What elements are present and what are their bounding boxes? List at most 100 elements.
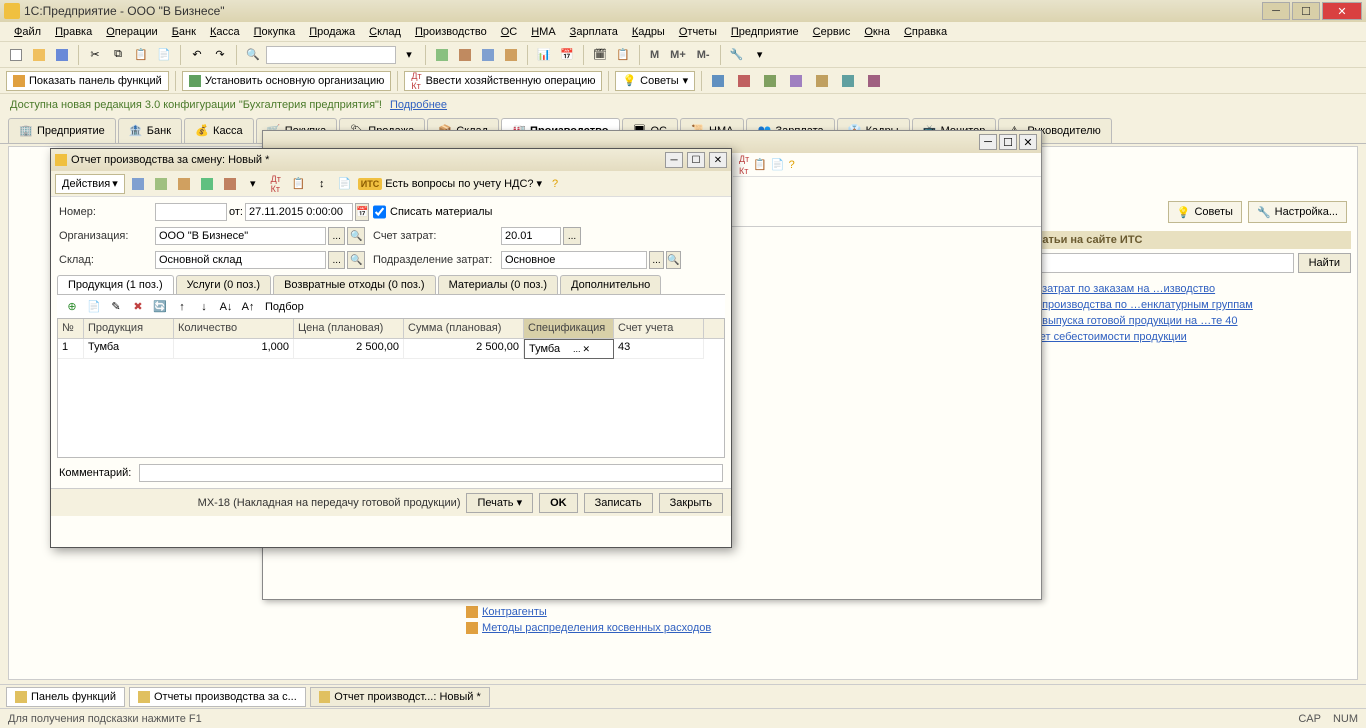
grid-header-3[interactable]: Цена (плановая) xyxy=(294,319,404,338)
dropdown-icon[interactable]: ▾ xyxy=(750,45,770,65)
its-link-2[interactable]: …т выпуска готовой продукции на …те 40 xyxy=(1023,313,1351,329)
bg-minimize-button[interactable]: ─ xyxy=(979,134,997,150)
grid-sort-desc-icon[interactable]: A↑ xyxy=(239,298,257,316)
grid-cell-6[interactable]: 43 xyxy=(614,339,704,359)
doc-tab-3[interactable]: Материалы (0 поз.) xyxy=(438,275,559,294)
doc-tbar-dtkt-icon[interactable]: ДтКт xyxy=(266,174,286,194)
set-org-button[interactable]: Установить основную организацию xyxy=(182,71,392,91)
undo-icon[interactable]: ↶ xyxy=(187,45,207,65)
tool-icon-3[interactable] xyxy=(478,45,498,65)
menu-отчеты[interactable]: Отчеты xyxy=(673,24,723,40)
doc-tbar-icon-5[interactable] xyxy=(220,174,240,194)
open-icon[interactable] xyxy=(29,45,49,65)
bg-close-button[interactable]: ✕ xyxy=(1019,134,1037,150)
menu-окна[interactable]: Окна xyxy=(858,24,896,40)
minimize-button[interactable]: ─ xyxy=(1262,2,1290,20)
close-button[interactable]: ✕ xyxy=(1322,2,1362,20)
its-dropdown[interactable]: ▾ xyxy=(537,177,543,190)
its-link-1[interactable]: …т производства по …енклатурным группам xyxy=(1023,297,1351,313)
warehouse-open-button[interactable]: 🔍 xyxy=(347,251,365,269)
grid-cell-2[interactable]: 1,000 xyxy=(174,339,294,359)
spec-edit-input[interactable] xyxy=(529,343,573,355)
menu-склад[interactable]: Склад xyxy=(363,24,407,40)
menu-кадры[interactable]: Кадры xyxy=(626,24,671,40)
grid-header-4[interactable]: Сумма (плановая) xyxy=(404,319,524,338)
grid-header-1[interactable]: Продукция xyxy=(84,319,174,338)
actions-button[interactable]: Действия ▾ xyxy=(55,174,125,194)
mid-link-1[interactable]: Методы распределения косвенных расходов xyxy=(466,620,711,636)
doc-tbar-icon-2[interactable] xyxy=(151,174,171,194)
task-icon[interactable]: 📋 xyxy=(613,45,633,65)
doc-tbar-icon-7[interactable]: ↕ xyxy=(312,174,332,194)
grid-cell-4[interactable]: 2 500,00 xyxy=(404,339,524,359)
grid-add-icon[interactable]: ⊕ xyxy=(63,298,81,316)
bg-tool-icon[interactable]: ДтКт xyxy=(739,153,749,177)
quick-icon-4[interactable] xyxy=(786,71,806,91)
navtab-2[interactable]: 💰Касса xyxy=(184,118,254,143)
show-panel-button[interactable]: Показать панель функций xyxy=(6,71,169,91)
task-0[interactable]: Панель функций xyxy=(6,687,125,707)
grid-header-6[interactable]: Счет учета xyxy=(614,319,704,338)
search-icon[interactable]: 🔍 xyxy=(243,45,263,65)
warehouse-input[interactable] xyxy=(155,251,326,269)
grid-header-5[interactable]: Спецификация xyxy=(524,319,614,338)
org-open-button[interactable]: 🔍 xyxy=(347,227,365,245)
menu-покупка[interactable]: Покупка xyxy=(248,24,302,40)
number-input[interactable] xyxy=(155,203,227,221)
its-find-button[interactable]: Найти xyxy=(1298,253,1351,273)
write-button[interactable]: Записать xyxy=(584,493,653,513)
new-icon[interactable] xyxy=(6,45,26,65)
clipboard-icon[interactable]: 📄 xyxy=(154,45,174,65)
quick-icon-1[interactable] xyxy=(708,71,728,91)
calc-icon[interactable]: 📊 xyxy=(534,45,554,65)
doc-tbar-icon-3[interactable] xyxy=(174,174,194,194)
maximize-button[interactable]: ☐ xyxy=(1292,2,1320,20)
info-link[interactable]: Подробнее xyxy=(390,99,447,111)
save-icon[interactable] xyxy=(52,45,72,65)
menu-банк[interactable]: Банк xyxy=(166,24,202,40)
enter-op-button[interactable]: ДтКтВвести хозяйственную операцию xyxy=(404,71,602,91)
org-input[interactable] xyxy=(155,227,326,245)
grid-edit-icon[interactable]: ✎ xyxy=(107,298,125,316)
doc-tbar-icon-8[interactable]: 📄 xyxy=(335,174,355,194)
print-button[interactable]: Печать ▾ xyxy=(466,493,533,513)
grid-header-2[interactable]: Количество xyxy=(174,319,294,338)
menu-сервис[interactable]: Сервис xyxy=(807,24,857,40)
menu-касса[interactable]: Касса xyxy=(204,24,246,40)
menu-нма[interactable]: НМА xyxy=(525,24,561,40)
doc-minimize-button[interactable]: ─ xyxy=(665,152,683,168)
m-minus-label[interactable]: М- xyxy=(693,49,714,61)
doc-maximize-button[interactable]: ☐ xyxy=(687,152,705,168)
task-1[interactable]: Отчеты производства за с... xyxy=(129,687,306,707)
grid-delete-icon[interactable]: ✖ xyxy=(129,298,147,316)
cost-division-open-button[interactable]: 🔍 xyxy=(666,251,681,269)
menu-предприятие[interactable]: Предприятие xyxy=(725,24,805,40)
grid-copy-icon[interactable]: 📄 xyxy=(85,298,103,316)
tips-side-button[interactable]: 💡Советы xyxy=(1168,201,1242,223)
m-label[interactable]: М xyxy=(646,49,663,61)
grid-header-0[interactable]: № xyxy=(58,319,84,338)
bg-maximize-button[interactable]: ☐ xyxy=(999,134,1017,150)
menu-правка[interactable]: Правка xyxy=(49,24,98,40)
task-2[interactable]: Отчет производст...: Новый * xyxy=(310,687,490,707)
spec-clear-button[interactable]: ✕ xyxy=(583,344,591,355)
warehouse-select-button[interactable]: ... xyxy=(328,251,346,269)
doc-tbar-icon-4[interactable] xyxy=(197,174,217,194)
date-input[interactable] xyxy=(245,203,353,221)
copy-icon[interactable]: ⧉ xyxy=(108,45,128,65)
org-select-button[interactable]: ... xyxy=(328,227,346,245)
grid-cell-5[interactable]: ...✕ xyxy=(524,339,614,359)
grid-sort-asc-icon[interactable]: A↓ xyxy=(217,298,235,316)
paste-icon[interactable]: 📋 xyxy=(131,45,151,65)
grid-up-icon[interactable]: ↑ xyxy=(173,298,191,316)
mx18-label[interactable]: МХ-18 (Накладная на передачу готовой про… xyxy=(198,497,461,509)
grid-down-icon[interactable]: ↓ xyxy=(195,298,213,316)
menu-ос[interactable]: ОС xyxy=(495,24,524,40)
grid-refresh-icon[interactable]: 🔄 xyxy=(151,298,169,316)
doc-tab-0[interactable]: Продукция (1 поз.) xyxy=(57,275,174,294)
ok-button[interactable]: OK xyxy=(539,493,578,513)
quick-icon-7[interactable] xyxy=(864,71,884,91)
doc-close-button[interactable]: ✕ xyxy=(709,152,727,168)
navtab-1[interactable]: 🏦Банк xyxy=(118,118,182,143)
doc-tbar-icon-1[interactable] xyxy=(128,174,148,194)
